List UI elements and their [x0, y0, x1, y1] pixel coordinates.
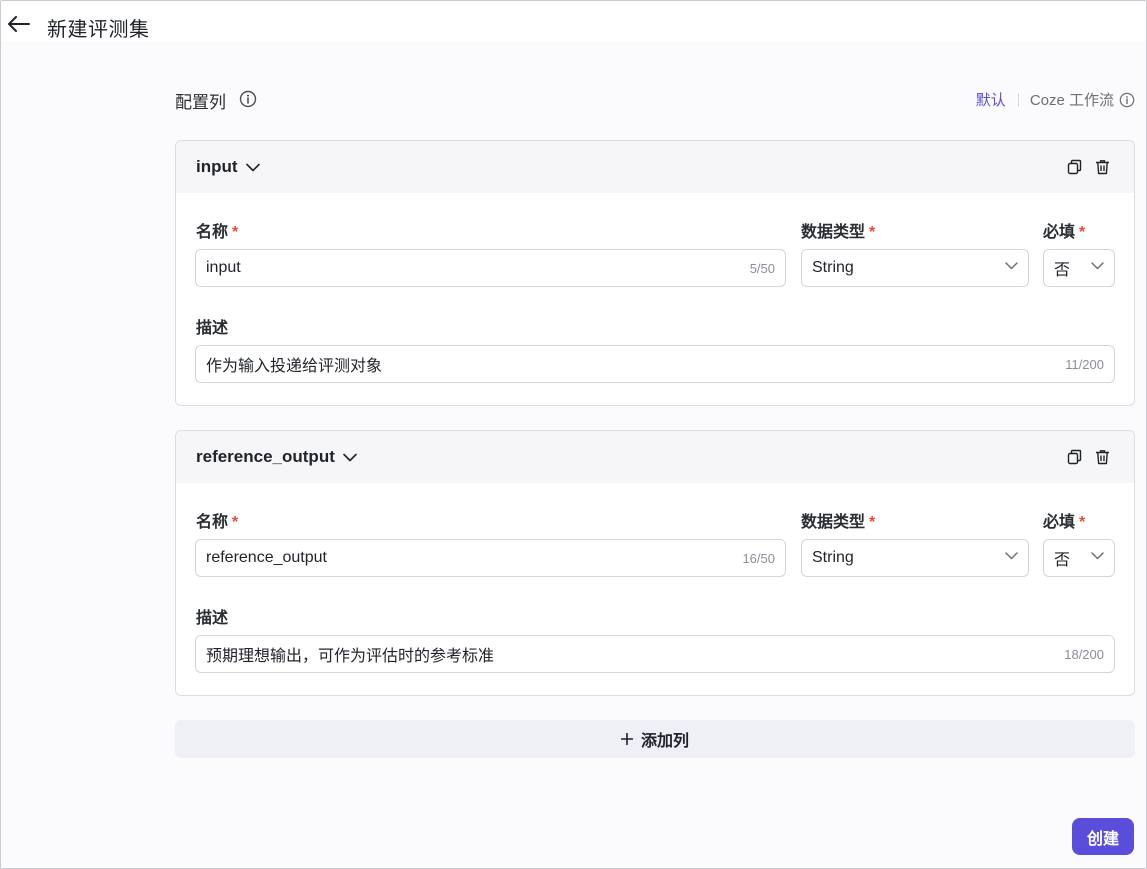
description-value: 作为输入投递给评测对象	[206, 358, 383, 375]
column-toggle[interactable]: reference_output	[196, 447, 357, 467]
column-name-value: input	[206, 259, 241, 276]
column-name-field[interactable]: input 5/50	[195, 249, 786, 287]
required-mark: *	[1079, 514, 1086, 531]
column-actions	[1066, 159, 1110, 175]
char-counter: 5/50	[749, 261, 775, 276]
required-label: 必填 *	[1043, 224, 1086, 241]
required-mark: *	[869, 224, 876, 241]
column-toggle[interactable]: input	[196, 157, 260, 177]
trash-icon[interactable]	[1094, 159, 1110, 175]
trash-icon[interactable]	[1094, 449, 1110, 465]
column-card: reference_output 名称 * 数据类型 * 必填 * reference…	[175, 430, 1135, 696]
data-type-value: String	[812, 259, 854, 276]
mode-default-tab[interactable]: 默认	[976, 89, 1006, 110]
back-button[interactable]	[7, 13, 31, 35]
column-header-name: input	[196, 157, 238, 176]
app-frame: 新建评测集 配置列 默认 Coze 工作流 input 名称 * 数据类型 * …	[0, 0, 1147, 869]
description-value: 预期理想输出，可作为评估时的参考标准	[206, 648, 495, 665]
description-label: 描述	[196, 610, 229, 627]
required-mark: *	[232, 224, 239, 241]
chevron-down-icon	[343, 453, 357, 462]
required-select[interactable]: 否	[1043, 249, 1115, 287]
add-column-button[interactable]: 添加列	[175, 720, 1135, 758]
section-header: 配置列 默认 Coze 工作流	[175, 87, 1135, 113]
data-type-label: 数据类型 *	[801, 514, 876, 531]
chevron-down-icon	[245, 163, 260, 172]
top-bar: 新建评测集	[1, 1, 1146, 47]
create-button[interactable]: 创建	[1072, 818, 1134, 855]
char-counter: 18/200	[1064, 647, 1104, 662]
column-card: input 名称* 数据类型* 必填* input 5/50 String	[175, 140, 1135, 406]
info-icon[interactable]	[239, 90, 257, 108]
required-value: 否	[1054, 262, 1071, 279]
copy-icon[interactable]	[1066, 159, 1082, 175]
required-mark: *	[869, 514, 876, 531]
copy-icon[interactable]	[1066, 449, 1082, 465]
data-type-select[interactable]: String	[801, 539, 1029, 577]
required-label: 必填 *	[1043, 514, 1086, 531]
column-name-field[interactable]: reference_output 16/50	[195, 539, 786, 577]
chevron-down-icon	[1005, 262, 1018, 270]
required-select[interactable]: 否	[1043, 539, 1115, 577]
name-label: 名称 *	[196, 224, 239, 241]
column-card-header: input	[176, 141, 1134, 193]
column-header-name: reference_output	[196, 447, 335, 466]
name-label: 名称 *	[196, 514, 239, 531]
arrow-left-icon	[8, 16, 30, 32]
add-column-label: 添加列	[640, 733, 689, 750]
plus-icon	[620, 733, 633, 745]
chevron-down-icon	[1091, 552, 1104, 560]
column-actions	[1066, 449, 1110, 465]
required-mark: *	[232, 514, 239, 531]
mode-coze-workflow-tab[interactable]: Coze 工作流	[1030, 89, 1114, 110]
info-icon[interactable]	[1119, 92, 1135, 108]
chevron-down-icon	[1091, 262, 1104, 270]
section-title: 配置列	[175, 93, 226, 112]
description-field[interactable]: 作为输入投递给评测对象 11/200	[195, 345, 1115, 383]
page-title: 新建评测集	[47, 19, 150, 41]
data-type-select[interactable]: String	[801, 249, 1029, 287]
data-type-label: 数据类型 *	[801, 224, 876, 241]
chevron-down-icon	[1005, 552, 1018, 560]
required-value: 否	[1054, 552, 1071, 569]
char-counter: 16/50	[742, 551, 775, 566]
column-name-value: reference_output	[206, 549, 327, 566]
char-counter: 11/200	[1065, 357, 1104, 372]
data-type-value: String	[812, 549, 854, 566]
mode-switch: 默认 Coze 工作流	[976, 89, 1135, 110]
divider	[1017, 92, 1019, 107]
description-field[interactable]: 预期理想输出，可作为评估时的参考标准 18/200	[195, 635, 1115, 673]
description-label: 描述	[196, 320, 229, 337]
required-mark: *	[1079, 224, 1086, 241]
column-card-header: reference_output	[176, 431, 1134, 483]
